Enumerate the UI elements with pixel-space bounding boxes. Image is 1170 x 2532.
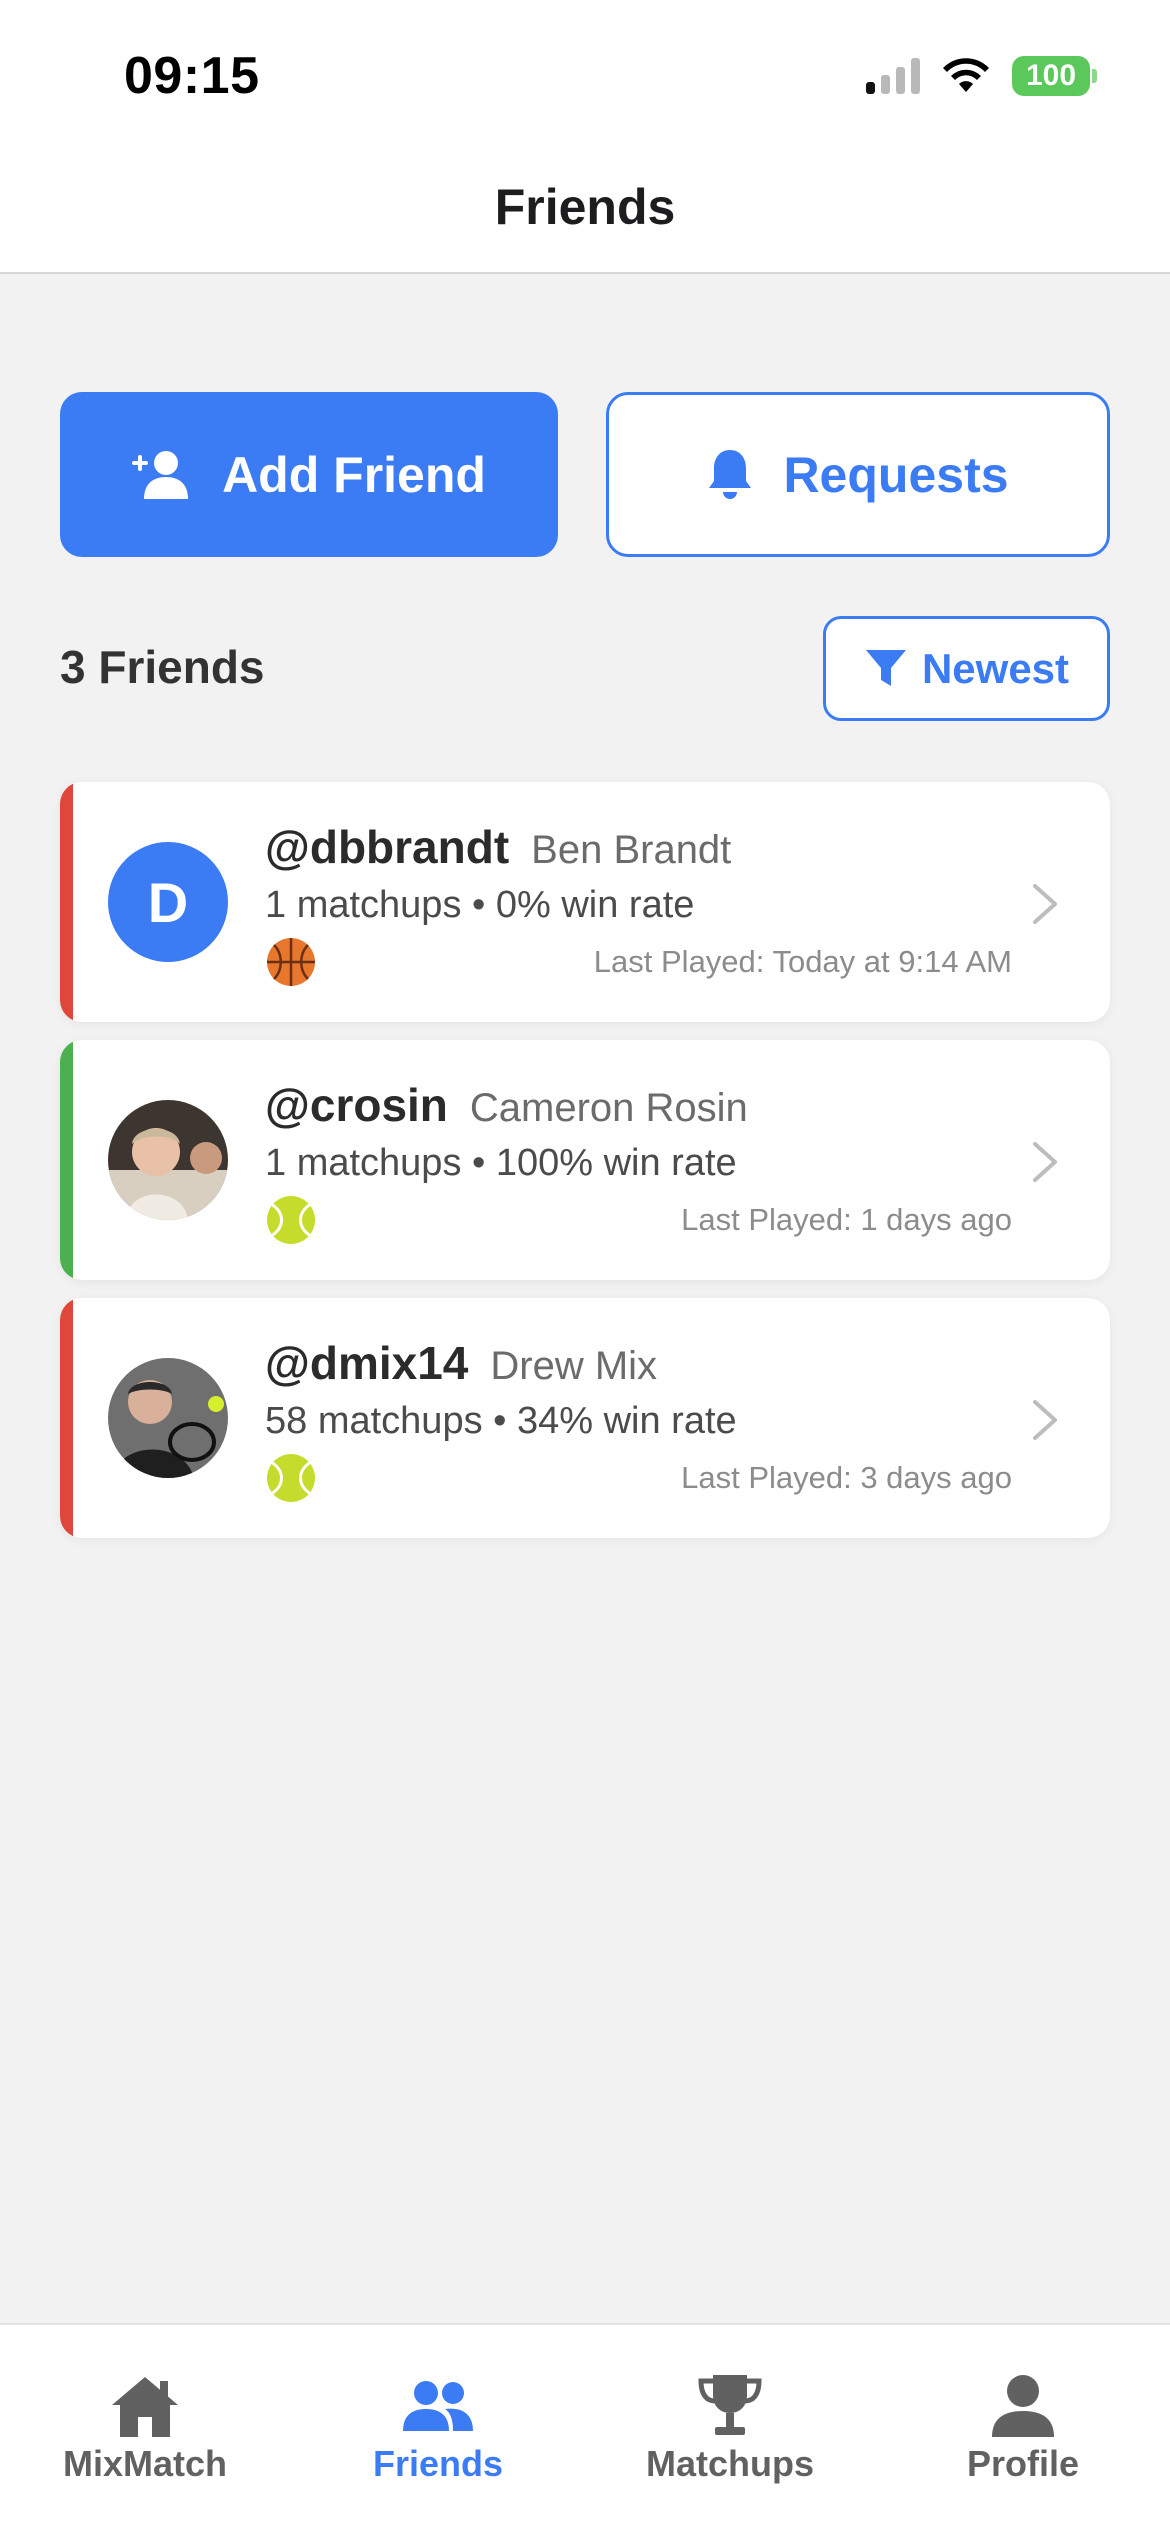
friend-stats: 58 matchups • 34% win rate [265, 1400, 737, 1442]
friend-card[interactable]: D @dbbrandt Ben Brandt 1 matchups • 0% wi… [60, 782, 1110, 1022]
friend-fullname: Drew Mix [490, 1344, 658, 1388]
friend-fullname: Ben Brandt [531, 828, 732, 872]
last-played: Last Played: 1 days ago [681, 1202, 1012, 1237]
tab-label: Profile [966, 2443, 1080, 2484]
tab-label: MixMatch [62, 2443, 228, 2484]
result-stripe [60, 1298, 73, 1538]
profile-icon [992, 2375, 1054, 2437]
add-friend-button[interactable]: Add Friend [60, 392, 558, 557]
tab-label: Matchups [645, 2443, 814, 2484]
avatar [108, 1358, 228, 1478]
battery-indicator: 100 [1012, 56, 1097, 96]
bell-icon [709, 449, 752, 499]
friend-stats: 1 matchups • 100% win rate [265, 1142, 737, 1184]
last-played: Last Played: 3 days ago [681, 1460, 1012, 1495]
requests-label: Requests [783, 446, 1009, 503]
basketball-icon [267, 938, 315, 986]
friend-card[interactable]: @dmix14 Drew Mix 58 matchups • 34% win ra… [60, 1298, 1110, 1538]
friend-fullname: Cameron Rosin [469, 1086, 748, 1130]
avatar [108, 1100, 228, 1220]
chevron-right-icon [1033, 884, 1057, 924]
friend-stats: 1 matchups • 0% win rate [265, 884, 695, 926]
avatar: D [108, 842, 228, 962]
result-stripe [60, 1040, 73, 1280]
last-played: Last Played: Today at 9:14 AM [593, 944, 1012, 979]
username-text: @dbbrandt [265, 821, 510, 873]
friends-icon [403, 2381, 473, 2431]
status-icons: 100 [866, 56, 1097, 96]
tab-bar: MixMatch Friends Matchups Profile [0, 2323, 1170, 2532]
chevron-right-icon [1033, 1400, 1057, 1440]
tab-profile[interactable]: Profile [903, 2373, 1143, 2485]
status-time: 09:15 [124, 47, 260, 105]
filter-icon [865, 649, 906, 686]
page-title: Friends [494, 179, 676, 235]
cellular-signal-icon [866, 58, 920, 94]
friend-username: @crosin Cameron Rosin [265, 1078, 748, 1132]
friend-card[interactable]: @crosin Cameron Rosin 1 matchups • 100% w… [60, 1040, 1110, 1280]
friends-count: 3 Friends [60, 641, 265, 693]
add-user-icon [132, 450, 189, 499]
friend-username: @dmix14 Drew Mix [265, 1336, 657, 1390]
add-friend-label: Add Friend [222, 446, 486, 503]
tennis-ball-icon [267, 1196, 315, 1244]
friend-username: @dbbrandt Ben Brandt [265, 820, 731, 874]
trophy-icon [698, 2375, 762, 2435]
top-bar: 09:15 100 Friends [0, 0, 1170, 274]
tab-mixmatch[interactable]: MixMatch [25, 2373, 265, 2485]
sort-filter-label: Newest [921, 644, 1070, 692]
tab-label: Friends [372, 2443, 504, 2484]
tab-friends[interactable]: Friends [318, 2373, 558, 2485]
requests-button[interactable]: Requests [606, 392, 1110, 557]
home-icon [112, 2377, 178, 2437]
username-text: @dmix14 [265, 1337, 469, 1389]
username-text: @crosin [265, 1079, 448, 1131]
sort-filter-button[interactable]: Newest [823, 616, 1110, 721]
chevron-right-icon [1033, 1142, 1057, 1182]
tennis-ball-icon [267, 1454, 315, 1502]
tab-matchups[interactable]: Matchups [610, 2373, 850, 2485]
wifi-icon [943, 58, 989, 92]
result-stripe [60, 782, 73, 1022]
